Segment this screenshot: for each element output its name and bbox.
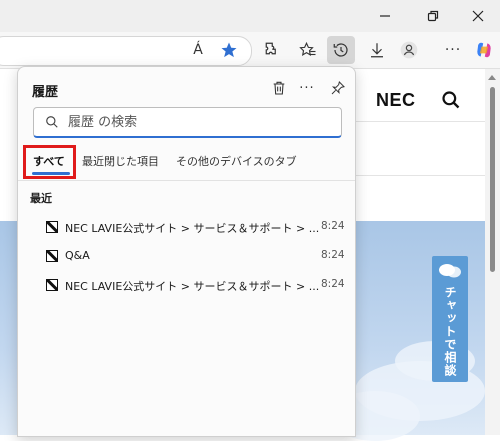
history-panel: 履歴 ··· すべて 最近閉じた項目 その他のデバイスのタブ 最近 NEC LA… [17, 66, 356, 437]
extensions-button[interactable] [258, 38, 282, 62]
nec-favicon-icon [46, 279, 58, 291]
read-aloud-icon: Á [193, 42, 203, 58]
history-item[interactable]: NEC LAVIE公式サイト > サービス＆サポート > ... 8:24 [18, 271, 355, 299]
history-item[interactable]: Q&A 8:24 [18, 242, 355, 270]
delete-history-button[interactable] [268, 77, 290, 99]
restore-icon [427, 10, 439, 22]
favorite-star-button[interactable] [217, 38, 241, 62]
favorites-button[interactable] [296, 38, 320, 62]
more-dots-icon: ··· [444, 42, 462, 58]
trash-icon [273, 81, 285, 95]
favorites-icon [299, 41, 316, 56]
active-tab-indicator [32, 172, 70, 175]
favorite-star-icon [221, 42, 237, 58]
downloads-button[interactable] [365, 38, 389, 62]
history-icon [333, 43, 348, 57]
nec-favicon-icon [46, 250, 58, 262]
page-search-button[interactable] [441, 90, 461, 114]
profile-icon [400, 41, 418, 59]
history-tabs: すべて 最近閉じた項目 その他のデバイスのタブ [18, 145, 355, 179]
panel-title: 履歴 [32, 85, 59, 100]
title-bar [0, 0, 500, 33]
scroll-thumb[interactable] [490, 87, 495, 272]
history-search-input[interactable] [66, 111, 330, 133]
more-dots-icon: ··· [299, 80, 315, 96]
page-divider [355, 175, 485, 176]
downloads-icon [371, 43, 383, 58]
chat-consult-tab[interactable]: チャットで相談 [432, 256, 468, 382]
history-search[interactable] [33, 107, 342, 138]
profile-button[interactable] [397, 38, 421, 62]
history-item-time: 8:24 [321, 278, 345, 290]
history-button[interactable] [327, 36, 355, 64]
chat-bubble-icon [439, 264, 461, 278]
section-heading-recent: 最近 [30, 192, 52, 205]
chat-consult-label: チャットで相談 [443, 286, 457, 377]
tab-recently-closed[interactable]: 最近閉じた項目 [82, 153, 159, 169]
history-item-title: NEC LAVIE公式サイト > サービス＆サポート > ... [65, 280, 320, 293]
minimize-icon [380, 15, 390, 17]
page-scrollbar[interactable] [485, 69, 500, 435]
close-button[interactable] [455, 0, 500, 32]
search-icon [442, 91, 460, 109]
search-icon [46, 116, 58, 128]
nec-favicon-icon [46, 221, 58, 233]
history-item[interactable]: NEC LAVIE公式サイト > サービス＆サポート > ... 8:24 [18, 213, 355, 241]
scroll-up-arrow-icon[interactable] [488, 75, 496, 80]
browser-toolbar: Á ··· [0, 32, 500, 69]
pin-panel-button[interactable] [327, 77, 349, 99]
copilot-button[interactable] [472, 38, 496, 62]
more-button[interactable]: ··· [441, 38, 465, 62]
pin-icon [331, 81, 345, 95]
tab-all[interactable]: すべて [33, 153, 65, 169]
nec-logo[interactable]: NEC [376, 90, 416, 111]
minimize-button[interactable] [362, 0, 408, 32]
copilot-icon [477, 42, 491, 58]
history-item-time: 8:24 [321, 249, 345, 261]
more-options-button[interactable]: ··· [296, 77, 318, 99]
address-bar[interactable] [0, 36, 252, 66]
divider [18, 180, 355, 181]
close-icon [472, 10, 484, 22]
history-item-time: 8:24 [321, 220, 345, 232]
history-item-title: Q&A [65, 249, 90, 262]
tab-other-devices[interactable]: その他のデバイスのタブ [176, 153, 297, 169]
extensions-icon [265, 42, 276, 55]
page-divider [355, 121, 485, 122]
read-aloud-button[interactable]: Á [186, 38, 210, 62]
restore-button[interactable] [410, 0, 456, 32]
history-item-title: NEC LAVIE公式サイト > サービス＆サポート > ... [65, 222, 320, 235]
